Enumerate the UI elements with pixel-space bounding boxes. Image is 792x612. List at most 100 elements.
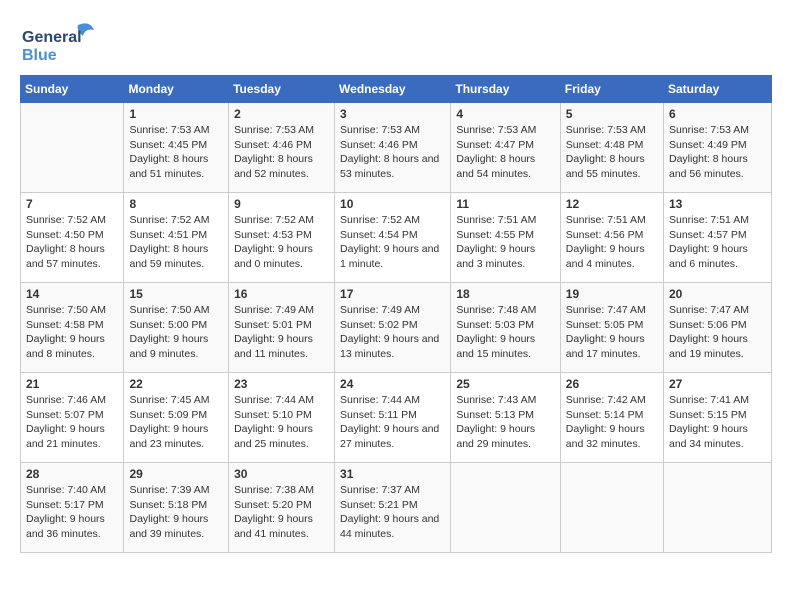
page-header: GeneralBlue: [20, 20, 772, 65]
day-info: Sunrise: 7:53 AMSunset: 4:45 PMDaylight:…: [129, 123, 223, 182]
calendar-cell: 12 Sunrise: 7:51 AMSunset: 4:56 PMDayligh…: [560, 193, 663, 283]
calendar-cell: 1 Sunrise: 7:53 AMSunset: 4:45 PMDaylight…: [124, 103, 229, 193]
day-number: 21: [26, 377, 118, 391]
day-info: Sunrise: 7:49 AMSunset: 5:01 PMDaylight:…: [234, 303, 329, 362]
calendar-cell: 22 Sunrise: 7:45 AMSunset: 5:09 PMDayligh…: [124, 373, 229, 463]
weekday-header-tuesday: Tuesday: [229, 76, 335, 103]
day-info: Sunrise: 7:44 AMSunset: 5:10 PMDaylight:…: [234, 393, 329, 452]
day-number: 31: [340, 467, 445, 481]
day-info: Sunrise: 7:37 AMSunset: 5:21 PMDaylight:…: [340, 483, 445, 542]
day-number: 9: [234, 197, 329, 211]
day-info: Sunrise: 7:53 AMSunset: 4:48 PMDaylight:…: [566, 123, 658, 182]
calendar-cell: [21, 103, 124, 193]
calendar-cell: 19Sunrise: 7:47 AMSunset: 5:05 PMDayligh…: [560, 283, 663, 373]
calendar-cell: 25 Sunrise: 7:43 AMSunset: 5:13 PMDayligh…: [451, 373, 560, 463]
weekday-header-friday: Friday: [560, 76, 663, 103]
day-number: 10: [340, 197, 445, 211]
calendar-cell: 7 Sunrise: 7:52 AMSunset: 4:50 PMDaylight…: [21, 193, 124, 283]
day-number: 5: [566, 107, 658, 121]
weekday-header-thursday: Thursday: [451, 76, 560, 103]
week-row-2: 7 Sunrise: 7:52 AMSunset: 4:50 PMDaylight…: [21, 193, 772, 283]
calendar-cell: 30 Sunrise: 7:38 AMSunset: 5:20 PMDayligh…: [229, 463, 335, 553]
calendar-cell: 29 Sunrise: 7:39 AMSunset: 5:18 PMDayligh…: [124, 463, 229, 553]
calendar-cell: 10Sunrise: 7:52 AMSunset: 4:54 PMDayligh…: [335, 193, 451, 283]
day-number: 24: [340, 377, 445, 391]
weekday-header-monday: Monday: [124, 76, 229, 103]
day-info: Sunrise: 7:45 AMSunset: 5:09 PMDaylight:…: [129, 393, 223, 452]
day-info: Sunrise: 7:46 AMSunset: 5:07 PMDaylight:…: [26, 393, 118, 452]
day-number: 7: [26, 197, 118, 211]
calendar-cell: 9 Sunrise: 7:52 AMSunset: 4:53 PMDaylight…: [229, 193, 335, 283]
day-info: Sunrise: 7:48 AMSunset: 5:03 PMDaylight:…: [456, 303, 554, 362]
day-info: Sunrise: 7:41 AMSunset: 5:15 PMDaylight:…: [669, 393, 766, 452]
day-number: 3: [340, 107, 445, 121]
svg-text:General: General: [22, 29, 82, 46]
day-info: Sunrise: 7:51 AMSunset: 4:55 PMDaylight:…: [456, 213, 554, 272]
calendar-cell: 4 Sunrise: 7:53 AMSunset: 4:47 PMDaylight…: [451, 103, 560, 193]
calendar-cell: 5 Sunrise: 7:53 AMSunset: 4:48 PMDaylight…: [560, 103, 663, 193]
day-number: 2: [234, 107, 329, 121]
day-number: 30: [234, 467, 329, 481]
day-number: 11: [456, 197, 554, 211]
calendar-cell: 17Sunrise: 7:49 AMSunset: 5:02 PMDayligh…: [335, 283, 451, 373]
day-number: 23: [234, 377, 329, 391]
day-number: 20: [669, 287, 766, 301]
day-number: 1: [129, 107, 223, 121]
calendar-cell: 28 Sunrise: 7:40 AMSunset: 5:17 PMDayligh…: [21, 463, 124, 553]
svg-text:Blue: Blue: [22, 47, 57, 64]
day-number: 8: [129, 197, 223, 211]
day-info: Sunrise: 7:50 AMSunset: 5:00 PMDaylight:…: [129, 303, 223, 362]
calendar-cell: 31 Sunrise: 7:37 AMSunset: 5:21 PMDayligh…: [335, 463, 451, 553]
day-info: Sunrise: 7:43 AMSunset: 5:13 PMDaylight:…: [456, 393, 554, 452]
day-number: 28: [26, 467, 118, 481]
day-info: Sunrise: 7:51 AMSunset: 4:57 PMDaylight:…: [669, 213, 766, 272]
weekday-header-sunday: Sunday: [21, 76, 124, 103]
day-info: Sunrise: 7:52 AMSunset: 4:53 PMDaylight:…: [234, 213, 329, 272]
day-number: 12: [566, 197, 658, 211]
day-number: 26: [566, 377, 658, 391]
day-info: Sunrise: 7:40 AMSunset: 5:17 PMDaylight:…: [26, 483, 118, 542]
day-info: Sunrise: 7:53 AMSunset: 4:46 PMDaylight:…: [340, 123, 445, 182]
weekday-header-wednesday: Wednesday: [335, 76, 451, 103]
calendar-cell: 6 Sunrise: 7:53 AMSunset: 4:49 PMDaylight…: [664, 103, 772, 193]
day-number: 18: [456, 287, 554, 301]
day-info: Sunrise: 7:47 AMSunset: 5:05 PMDaylight:…: [566, 303, 658, 362]
calendar-cell: [560, 463, 663, 553]
calendar-table: SundayMondayTuesdayWednesdayThursdayFrid…: [20, 75, 772, 553]
day-number: 16: [234, 287, 329, 301]
calendar-cell: 21 Sunrise: 7:46 AMSunset: 5:07 PMDayligh…: [21, 373, 124, 463]
day-number: 15: [129, 287, 223, 301]
day-info: Sunrise: 7:42 AMSunset: 5:14 PMDaylight:…: [566, 393, 658, 452]
day-number: 6: [669, 107, 766, 121]
calendar-cell: 20 Sunrise: 7:47 AMSunset: 5:06 PMDayligh…: [664, 283, 772, 373]
logo: GeneralBlue: [20, 20, 100, 65]
day-number: 14: [26, 287, 118, 301]
day-number: 17: [340, 287, 445, 301]
calendar-cell: 24Sunrise: 7:44 AMSunset: 5:11 PMDayligh…: [335, 373, 451, 463]
calendar-cell: 3 Sunrise: 7:53 AMSunset: 4:46 PMDaylight…: [335, 103, 451, 193]
day-info: Sunrise: 7:52 AMSunset: 4:50 PMDaylight:…: [26, 213, 118, 272]
day-number: 25: [456, 377, 554, 391]
calendar-cell: [451, 463, 560, 553]
day-info: Sunrise: 7:38 AMSunset: 5:20 PMDaylight:…: [234, 483, 329, 542]
day-info: Sunrise: 7:53 AMSunset: 4:49 PMDaylight:…: [669, 123, 766, 182]
day-number: 4: [456, 107, 554, 121]
weekday-header-saturday: Saturday: [664, 76, 772, 103]
calendar-cell: 14Sunrise: 7:50 AMSunset: 4:58 PMDayligh…: [21, 283, 124, 373]
calendar-cell: 26 Sunrise: 7:42 AMSunset: 5:14 PMDayligh…: [560, 373, 663, 463]
day-info: Sunrise: 7:52 AMSunset: 4:51 PMDaylight:…: [129, 213, 223, 272]
calendar-cell: 16 Sunrise: 7:49 AMSunset: 5:01 PMDayligh…: [229, 283, 335, 373]
logo-svg: GeneralBlue: [20, 20, 100, 65]
day-info: Sunrise: 7:53 AMSunset: 4:47 PMDaylight:…: [456, 123, 554, 182]
week-row-1: 1 Sunrise: 7:53 AMSunset: 4:45 PMDaylight…: [21, 103, 772, 193]
day-info: Sunrise: 7:51 AMSunset: 4:56 PMDaylight:…: [566, 213, 658, 272]
calendar-cell: 15 Sunrise: 7:50 AMSunset: 5:00 PMDayligh…: [124, 283, 229, 373]
calendar-cell: [664, 463, 772, 553]
day-info: Sunrise: 7:39 AMSunset: 5:18 PMDaylight:…: [129, 483, 223, 542]
day-number: 22: [129, 377, 223, 391]
calendar-cell: 13 Sunrise: 7:51 AMSunset: 4:57 PMDayligh…: [664, 193, 772, 283]
day-number: 29: [129, 467, 223, 481]
day-info: Sunrise: 7:47 AMSunset: 5:06 PMDaylight:…: [669, 303, 766, 362]
calendar-cell: 27Sunrise: 7:41 AMSunset: 5:15 PMDayligh…: [664, 373, 772, 463]
day-number: 13: [669, 197, 766, 211]
